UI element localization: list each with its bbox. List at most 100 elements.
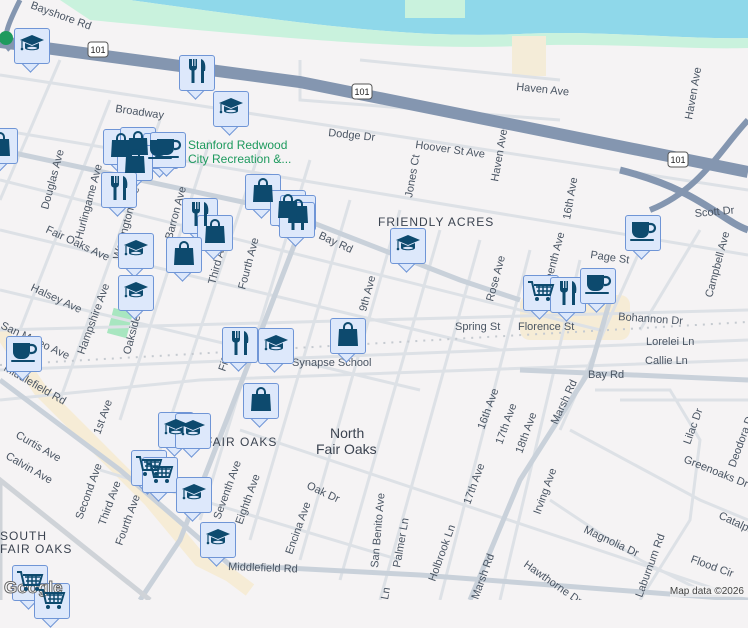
grocery-marker[interactable] [34,583,70,628]
svg-text:101: 101 [90,45,105,55]
street-label: Campbell Ave [703,230,732,298]
street-label: Hawthorne Dr [521,559,584,600]
shopping-icon [172,240,196,271]
place-label: Fair Oaks [316,441,377,457]
street-label: Hampshire Ave [76,282,113,356]
street-label: Deodora Dr [727,411,748,469]
street-label: Haven Ave [489,128,510,182]
marker-box [118,233,154,269]
shopping-marker[interactable] [166,237,202,282]
shopping-marker[interactable] [330,318,366,363]
school-marker[interactable] [176,477,212,522]
restaurant-icon [108,174,130,207]
street-label: Page St [590,249,630,266]
school-icon [218,96,244,123]
map-attribution: Map data ©2026 [669,586,744,597]
grocery-marker[interactable] [142,457,178,502]
street-label: Florence St [518,321,574,333]
marker-box [118,275,154,311]
school-icon [123,238,149,265]
street-label: Broadway [115,103,166,122]
restaurant-marker[interactable] [179,55,215,100]
restaurant-marker[interactable] [222,327,258,372]
school-marker[interactable] [200,522,236,567]
street-label: Callie Ln [645,355,688,367]
street-label: Marsh Rd [470,552,498,600]
school-icon [19,33,45,60]
marker-box [580,268,616,304]
marker-box [243,383,279,419]
marker-box [213,91,249,127]
street-label: 1st Ave [92,398,116,436]
school-marker[interactable] [14,28,50,73]
marker-box [34,583,70,619]
shopping-marker[interactable] [243,383,279,428]
cafe-marker[interactable] [6,336,42,381]
street-label: Spring St [455,321,500,333]
marker-box [14,28,50,64]
street-label: Jones Ct [403,154,422,199]
cafe-marker[interactable] [150,132,186,177]
svg-text:101: 101 [670,155,685,165]
marker-box [222,327,258,363]
shopping-icon [249,386,273,417]
street-label: Bay Rd [588,369,624,381]
street-label: Fourth Ave [236,236,261,290]
school-marker[interactable] [390,228,426,273]
poi-label: Stanford Redwood [188,138,287,152]
marker-box [6,336,42,372]
map-canvas[interactable]: 101 101 101 Bayshore Rd Broadway Dodge D… [0,0,748,600]
street-label: Irving Ave [532,467,560,516]
school-marker[interactable] [175,413,211,458]
street-label: Palmer Ln [391,517,412,568]
school-icon [123,280,149,307]
marker-box [200,522,236,558]
grocery-icon [146,461,174,490]
grocery-icon [38,587,66,616]
restaurant-icon [286,204,308,237]
street-label: Lorelei Ln [646,336,694,348]
cafe-icon [584,272,612,301]
street-label: Ln [379,586,393,600]
marker-box [150,132,186,168]
street-label: 16th Ave [561,176,580,220]
restaurant-icon [557,279,579,312]
marker-box [176,477,212,513]
street-label: Haven Ave [516,81,570,98]
school-marker[interactable] [258,328,294,373]
street-label: Hoover St Ave [415,139,486,161]
marker-box [142,457,178,493]
marker-box [0,128,18,164]
shopping-marker[interactable] [0,128,18,173]
neighborhood-label: FAIR OAKS [205,435,277,449]
cafe-marker[interactable] [580,268,616,313]
school-marker[interactable] [118,275,154,320]
school-icon [180,418,206,445]
school-icon [205,527,231,554]
street-label: Dodge Dr [328,127,376,144]
street-label: 17th Ave [494,402,520,446]
neighborhood-label: FAIR OAKS [0,542,72,556]
shopping-icon [0,131,12,162]
marker-box [101,172,137,208]
school-marker[interactable] [213,91,249,136]
cafe-icon [629,219,657,248]
street-label: 17th Ave [462,462,488,506]
street-label: Haven Ave [683,66,704,120]
place-label: North [330,425,364,441]
marker-box [179,55,215,91]
street-label: Fourth Ave [114,493,143,547]
marker-box [175,413,211,449]
shopping-icon [336,321,360,352]
poi-label: City Recreation &... [188,152,291,166]
street-label: Third Ave [97,479,124,527]
school-marker[interactable] [118,233,154,278]
school-icon [395,233,421,260]
marker-box [166,237,202,273]
school-icon [263,333,289,360]
cafe-marker[interactable] [625,215,661,260]
street-label: Middlefield Rd [228,561,298,575]
restaurant-icon [229,329,251,362]
restaurant-marker[interactable] [101,172,137,217]
shopping-marker[interactable] [197,215,233,260]
